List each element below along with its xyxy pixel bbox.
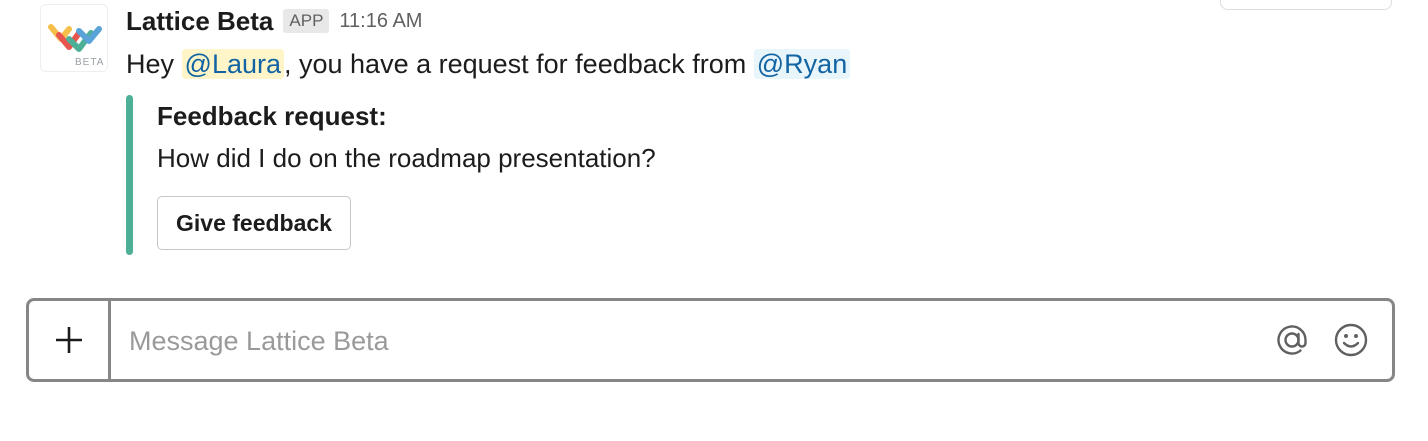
message-text-prefix: Hey [126, 49, 182, 79]
message-input[interactable] [127, 319, 1251, 363]
message-composer [26, 298, 1395, 382]
plus-icon [55, 327, 82, 353]
attachment-title: Feedback request: [157, 101, 387, 131]
attachment-accent-bar [126, 95, 133, 255]
attachment-text: How did I do on the roadmap presentation… [157, 143, 656, 173]
message-text: Hey @Laura, you have a request for feedb… [126, 44, 851, 84]
app-badge: APP [283, 9, 330, 33]
give-feedback-button[interactable]: Give feedback [157, 196, 351, 250]
at-icon [1277, 325, 1307, 355]
feedback-attachment: Feedback request: How did I do on the ro… [126, 95, 826, 255]
avatar-badge: BETA [75, 57, 105, 68]
message-header: Lattice Beta APP 11:16 AM [126, 6, 422, 36]
attach-button[interactable] [29, 301, 111, 379]
sender-name[interactable]: Lattice Beta [126, 6, 273, 37]
emoji-icon [1334, 323, 1368, 357]
emoji-button[interactable] [1332, 321, 1370, 359]
avatar[interactable]: BETA [40, 4, 108, 72]
mention-button[interactable] [1273, 321, 1311, 359]
lattice-logo-icon [48, 24, 102, 52]
message-text-middle: , you have a request for feedback from [284, 49, 754, 79]
mention-laura[interactable]: @Laura [181, 49, 284, 79]
message-actions-bar[interactable] [1220, 0, 1392, 10]
mention-ryan[interactable]: @Ryan [753, 49, 851, 79]
message-pane: BETA Lattice Beta APP 11:16 AM Hey @Laur… [0, 0, 1428, 441]
timestamp[interactable]: 11:16 AM [339, 10, 422, 33]
